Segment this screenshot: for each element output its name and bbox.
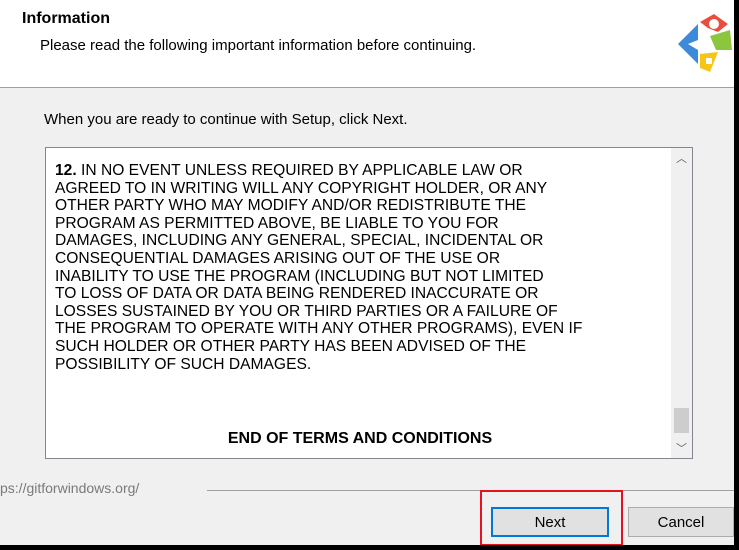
intro-text: When you are ready to continue with Setu… [44, 111, 408, 128]
license-text: 12. IN NO EVENT UNLESS REQUIRED BY APPLI… [55, 162, 673, 373]
dialog-header: Information Please read the following im… [0, 0, 734, 88]
footer-url: ps://gitforwindows.org/ [0, 480, 140, 496]
window-edge-bottom [0, 545, 739, 550]
license-end-heading: END OF TERMS AND CONDITIONS [227, 430, 493, 447]
chevron-down-icon: ﹀ [676, 443, 687, 455]
page-title: Information [22, 10, 110, 27]
chevron-up-icon: ︿ [676, 153, 687, 165]
next-button-highlight [480, 490, 623, 546]
page-subtitle: Please read the following important info… [40, 37, 477, 54]
scroll-up-button[interactable]: ︿ [671, 148, 692, 168]
license-section-text: IN NO EVENT UNLESS REQUIRED BY APPLICABL… [55, 162, 583, 373]
scroll-thumb[interactable] [674, 408, 689, 433]
footer-divider [207, 490, 734, 491]
window-edge-right [734, 0, 739, 550]
cancel-button[interactable]: Cancel [628, 507, 734, 537]
git-logo-icon [678, 14, 732, 72]
license-section-number: 12. [55, 162, 77, 179]
license-text-box[interactable]: 12. IN NO EVENT UNLESS REQUIRED BY APPLI… [45, 147, 693, 459]
vertical-scrollbar[interactable]: ︿ ﹀ [671, 148, 692, 458]
scroll-down-button[interactable]: ﹀ [671, 438, 692, 458]
